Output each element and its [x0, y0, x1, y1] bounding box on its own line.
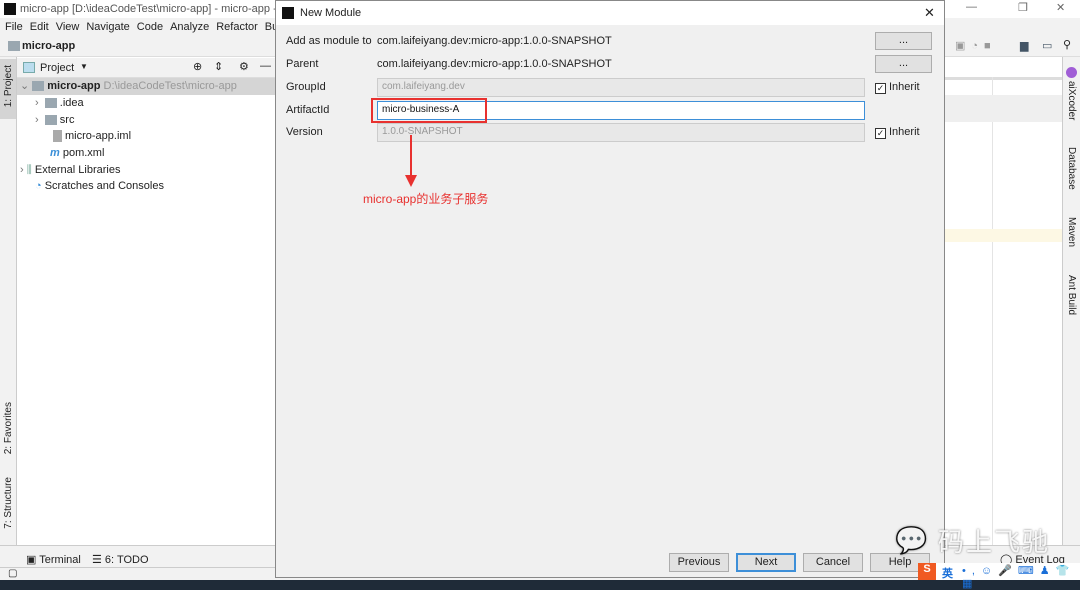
next-button[interactable]: Next	[736, 553, 796, 572]
chevron-down-icon[interactable]: ▼	[80, 62, 88, 71]
arrow-head-icon	[405, 175, 417, 187]
add-as-module-label: Add as module to	[286, 35, 372, 47]
nav-project[interactable]: micro-app	[22, 40, 75, 52]
tool-database[interactable]: Database	[1066, 147, 1077, 190]
tool-favorites[interactable]: 2: Favorites	[3, 402, 14, 454]
annotation-highlight-box	[371, 98, 487, 123]
menu-view[interactable]: View	[56, 21, 80, 33]
maven-icon: m	[50, 147, 60, 159]
parent-label: Parent	[286, 58, 319, 70]
groupid-inherit-checkbox[interactable]: ✓ Inherit	[875, 81, 920, 94]
project-view-selector[interactable]: Project	[40, 62, 74, 74]
tree-item-src[interactable]: › src	[35, 112, 74, 129]
tree-item-scratches[interactable]: ◔ Scratches and Consoles	[35, 178, 164, 195]
dialog-title-bar: New Module ✕	[276, 1, 944, 25]
search-icon[interactable]: ⚲	[1063, 38, 1071, 51]
wechat-icon: 💬	[895, 525, 928, 555]
menu-analyze[interactable]: Analyze	[170, 21, 209, 33]
root-name: micro-app	[47, 80, 101, 92]
menu-navigate[interactable]: Navigate	[86, 21, 129, 33]
tool-maven[interactable]: Maven	[1066, 217, 1077, 247]
tool-ant-build[interactable]: Ant Build	[1066, 275, 1077, 315]
menu-refactor[interactable]: Refactor	[216, 21, 258, 33]
add-as-module-value: com.laifeiyang.dev:micro-app:1.0.0-SNAPS…	[377, 35, 612, 47]
ime-tool-icons[interactable]: •,☺🎤⌨♟👕▦	[962, 564, 1080, 590]
gear-icon[interactable]: ⚙	[239, 60, 249, 73]
tree-item-pom[interactable]: m pom.xml	[50, 145, 104, 162]
tool-aixcoder[interactable]: aiXcoder	[1066, 81, 1077, 120]
intellij-logo-icon	[4, 3, 16, 15]
ime-bar: S 英 •,☺🎤⌨♟👕▦	[918, 563, 1080, 590]
sogou-icon[interactable]: S	[918, 563, 936, 580]
close-icon[interactable]: ✕	[924, 5, 935, 21]
left-tool-strip: 1: Project 2: Favorites 7: Structure	[0, 57, 17, 545]
groupid-label: GroupId	[286, 81, 326, 93]
project-panel-header: Project ▼ ⊕ ⇕ ⚙ —	[17, 58, 276, 78]
todo-tab[interactable]: ☰ 6: TODO	[92, 553, 149, 566]
toolbar-run-icons[interactable]: ▣◔■	[955, 39, 997, 52]
intellij-logo-icon	[282, 7, 294, 19]
tool-structure[interactable]: 7: Structure	[3, 477, 14, 529]
tree-root[interactable]: ⌄ micro-app D:\ideaCodeTest\micro-app	[20, 78, 237, 95]
library-icon: ⫼	[26, 164, 32, 176]
add-as-module-browse-button[interactable]: ...	[875, 32, 932, 50]
folder-icon	[44, 98, 57, 109]
window-title: micro-app [D:\ideaCodeTest\micro-app] - …	[20, 3, 277, 15]
version-field[interactable]: 1.0.0-SNAPSHOT	[377, 123, 865, 142]
folder-icon	[44, 115, 57, 126]
taskbar	[0, 580, 1080, 590]
ime-language[interactable]: 英	[942, 565, 953, 581]
status-toggle-icon[interactable]: ▢	[8, 568, 17, 579]
project-view-icon	[23, 62, 35, 73]
tree-item-iml[interactable]: micro-app.iml	[53, 128, 131, 145]
dialog-title: New Module	[300, 7, 362, 19]
previous-button[interactable]: Previous	[669, 553, 729, 572]
menu-edit[interactable]: Edit	[30, 21, 49, 33]
root-path: D:\ideaCodeTest\micro-app	[103, 80, 237, 92]
menu-code[interactable]: Code	[137, 21, 163, 33]
run-window-icon[interactable]: ▭	[1042, 39, 1052, 52]
minimize-icon[interactable]: —	[966, 1, 977, 13]
menu-file[interactable]: File	[5, 21, 23, 33]
tree-item-external-libraries[interactable]: › ⫼ External Libraries	[20, 162, 120, 179]
parent-browse-button[interactable]: ...	[875, 55, 932, 73]
new-module-dialog: New Module ✕ Add as module to com.laifei…	[275, 0, 945, 578]
editor-area	[945, 57, 1062, 545]
hide-icon[interactable]: —	[260, 60, 271, 72]
restore-icon[interactable]: ❐	[1018, 1, 1028, 14]
locate-icon[interactable]: ⊕	[193, 60, 202, 73]
tree-item-idea[interactable]: › .idea	[35, 95, 84, 112]
artifactid-label: ArtifactId	[286, 104, 330, 116]
folder-icon	[8, 41, 20, 51]
watermark: 码上飞驰	[938, 527, 1051, 557]
version-inherit-checkbox[interactable]: ✓ Inherit	[875, 126, 920, 139]
tool-project[interactable]: 1: Project	[3, 65, 14, 107]
right-tool-strip: aiXcoder Database Maven Ant Build	[1062, 57, 1080, 545]
collapse-icon[interactable]: ⇕	[214, 60, 223, 73]
terminal-tab[interactable]: ▣ Terminal	[26, 553, 81, 566]
version-label: Version	[286, 126, 323, 138]
groupid-field[interactable]: com.laifeiyang.dev	[377, 78, 865, 97]
annotation-text: micro-app的业务子服务	[363, 192, 489, 206]
annotation-arrow	[410, 135, 412, 177]
scratches-icon: ◔	[35, 180, 42, 192]
close-window-icon[interactable]: ✕	[1056, 1, 1065, 14]
cancel-button[interactable]: Cancel	[803, 553, 863, 572]
parent-value: com.laifeiyang.dev:micro-app:1.0.0-SNAPS…	[377, 58, 612, 70]
project-structure-icon[interactable]: ▆	[1020, 39, 1028, 52]
file-icon	[53, 130, 62, 143]
